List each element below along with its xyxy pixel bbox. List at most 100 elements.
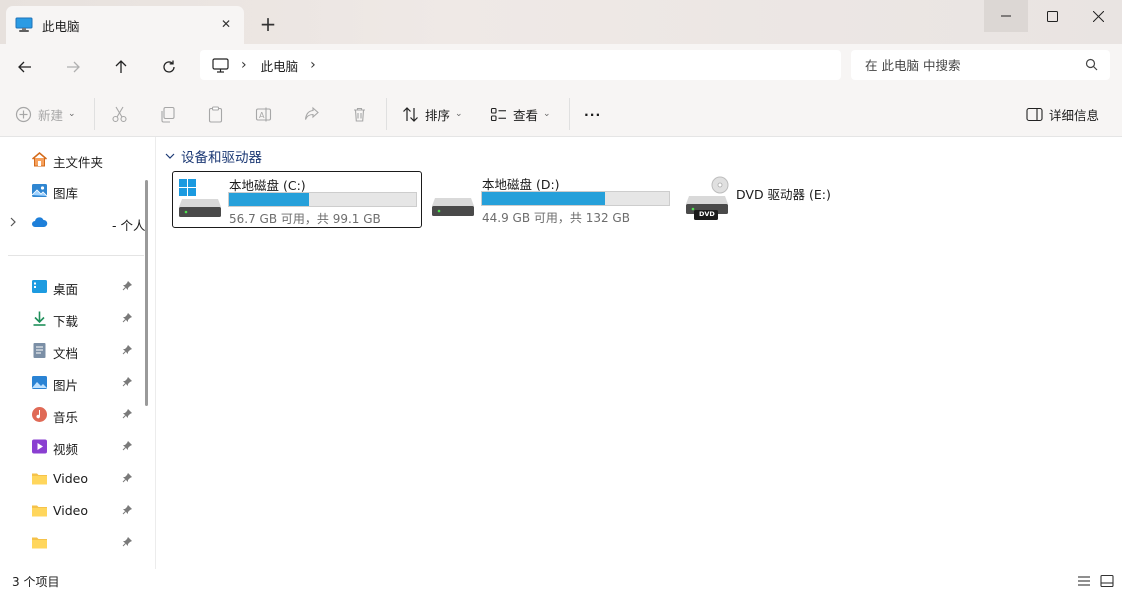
view-label: 查看 — [513, 107, 539, 123]
sidebar-item-videos[interactable]: 视频 — [0, 432, 145, 460]
share-button[interactable] — [303, 103, 326, 125]
title-bar: 此电脑 ✕ + — [0, 0, 1122, 44]
sidebar-item-video-folder-1[interactable]: Video — [0, 464, 145, 492]
drive-size-text: 44.9 GB 可用，共 132 GB — [482, 211, 630, 225]
onedrive-icon — [32, 217, 48, 227]
drive-size-text: 56.7 GB 可用，共 99.1 GB — [229, 212, 381, 226]
chevron-down-icon: ⌄ — [68, 109, 76, 119]
sidebar-item-video-folder-2[interactable]: Video — [0, 496, 145, 524]
new-button[interactable]: 新建 ⌄ — [15, 103, 76, 125]
sidebar-item-gallery[interactable]: 图库 — [0, 176, 145, 204]
sidebar-item-downloads[interactable]: 下载 — [0, 304, 145, 332]
drive-usage-fill — [229, 193, 310, 206]
more-button[interactable]: ··· — [584, 103, 601, 125]
pin-icon[interactable] — [122, 312, 133, 323]
pin-icon[interactable] — [122, 408, 133, 419]
sidebar-divider — [8, 255, 144, 256]
up-button[interactable] — [107, 53, 135, 81]
item-count: 3 个项目 — [12, 575, 60, 589]
chevron-right-icon[interactable] — [9, 217, 17, 227]
copy-icon — [161, 106, 175, 123]
navigation-pane: 主文件夹 图库 - 个人 桌面 下载 文档 图片 音乐 视频 Video Vid… — [0, 137, 156, 569]
details-pane-button[interactable]: 详细信息 — [1026, 103, 1099, 125]
address-bar[interactable]: › 此电脑 › — [200, 50, 841, 80]
rename-icon: A — [255, 107, 272, 121]
copy-button[interactable] — [159, 103, 182, 125]
drive-usage-fill — [482, 192, 606, 205]
trash-icon — [354, 107, 365, 122]
maximize-button[interactable] — [1030, 0, 1074, 32]
drive-usage-bar — [481, 191, 670, 206]
search-box[interactable] — [851, 50, 1110, 80]
gallery-icon — [31, 184, 48, 197]
minimize-button[interactable] — [984, 0, 1028, 32]
breadcrumb-chevron-icon[interactable]: › — [310, 57, 316, 73]
back-button[interactable] — [11, 53, 39, 81]
pin-icon[interactable] — [122, 376, 133, 387]
maximize-icon — [1046, 10, 1058, 22]
sidebar-item-documents[interactable]: 文档 — [0, 336, 145, 364]
delete-button[interactable] — [351, 103, 374, 125]
pin-icon[interactable] — [122, 472, 133, 483]
arrow-right-icon — [67, 61, 80, 73]
breadcrumb-chevron-icon[interactable]: › — [241, 57, 247, 73]
arrow-left-icon — [18, 61, 31, 73]
drive-e-dvd[interactable]: DVD DVD 驱动器 (E:) — [680, 171, 860, 228]
drive-c[interactable]: 本地磁盘 (C:) 56.7 GB 可用，共 99.1 GB — [172, 171, 422, 228]
pin-icon[interactable] — [122, 344, 133, 355]
refresh-button[interactable] — [155, 53, 183, 81]
group-header-devices[interactable]: 设备和驱动器 — [165, 146, 262, 166]
sidebar-item-desktop[interactable]: 桌面 — [0, 272, 145, 300]
close-window-button[interactable] — [1076, 0, 1120, 32]
folder-icon — [32, 505, 47, 517]
cut-icon — [112, 106, 127, 122]
folder-icon — [32, 473, 47, 485]
sidebar-item-home[interactable]: 主文件夹 — [0, 145, 145, 173]
pictures-icon — [32, 376, 47, 389]
system-drive-icon — [179, 179, 221, 217]
paste-button[interactable] — [207, 103, 230, 125]
drive-d[interactable]: 本地磁盘 (D:) 44.9 GB 可用，共 132 GB — [426, 171, 676, 228]
sidebar-item-onedrive[interactable]: - 个人 — [0, 208, 145, 236]
computer-icon — [15, 17, 33, 32]
sort-label: 排序 — [425, 107, 451, 123]
forward-button[interactable] — [59, 53, 87, 81]
paste-icon — [208, 105, 223, 123]
drive-usage-bar — [228, 192, 417, 207]
sidebar-scrollbar[interactable] — [145, 180, 148, 406]
sidebar-item-folder-3[interactable] — [0, 528, 145, 556]
arrow-up-icon — [115, 60, 127, 73]
file-list-area: 设备和驱动器 本地磁盘 (C:) 56.7 GB 可用，共 99.1 GB 本地… — [157, 137, 1122, 569]
tiles-view-icon[interactable] — [1099, 573, 1115, 589]
cut-button[interactable] — [111, 103, 134, 125]
pin-icon[interactable] — [122, 280, 133, 291]
details-view-icon[interactable] — [1076, 573, 1092, 589]
documents-icon — [33, 343, 46, 358]
tab-this-pc[interactable]: 此电脑 ✕ — [6, 6, 244, 44]
refresh-icon — [163, 60, 175, 73]
close-tab-icon[interactable]: ✕ — [218, 16, 234, 32]
new-tab-button[interactable]: + — [258, 14, 278, 34]
desktop-icon — [32, 280, 47, 293]
minimize-icon — [1001, 15, 1011, 17]
new-label: 新建 — [38, 107, 64, 123]
folder-icon — [32, 537, 47, 549]
drive-name: DVD 驱动器 (E:) — [736, 187, 831, 202]
command-bar: 新建 ⌄ A 排序 ⌄ 查看 ⌄ ··· 详细信息 — [0, 90, 1122, 137]
share-icon — [304, 106, 319, 120]
pin-icon[interactable] — [122, 440, 133, 451]
view-button[interactable]: 查看 ⌄ — [490, 103, 551, 125]
sidebar-item-pictures[interactable]: 图片 — [0, 368, 145, 396]
download-icon — [33, 311, 46, 326]
tab-title: 此电脑 — [42, 18, 80, 34]
details-label: 详细信息 — [1049, 107, 1100, 123]
rename-button[interactable]: A — [255, 103, 278, 125]
sort-button[interactable]: 排序 ⌄ — [402, 103, 463, 125]
pin-icon[interactable] — [122, 536, 133, 547]
toolbar-divider — [94, 98, 95, 130]
group-title: 设备和驱动器 — [181, 150, 262, 166]
breadcrumb-this-pc[interactable]: 此电脑 — [261, 56, 299, 75]
sidebar-item-music[interactable]: 音乐 — [0, 400, 145, 428]
pin-icon[interactable] — [122, 504, 133, 515]
search-input[interactable] — [865, 57, 1065, 73]
